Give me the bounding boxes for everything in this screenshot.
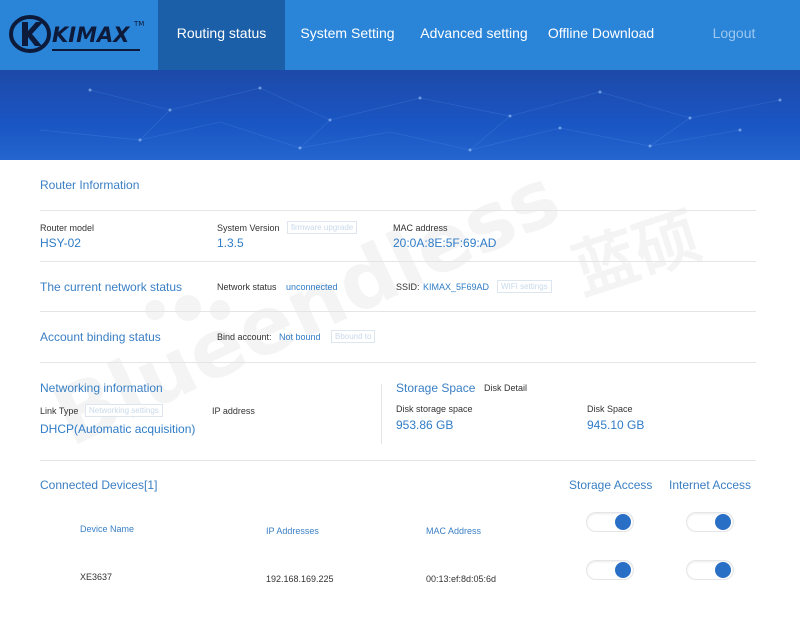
watermark-dot [175,295,201,321]
divider [40,261,756,262]
watermark-dot [210,300,230,320]
storage-space-title: Storage Space [396,381,476,395]
disk-storage-label: Disk storage space [396,404,473,414]
bind-account-label: Bind account: [217,332,272,342]
divider [40,362,756,363]
column-device-name: Device Name [80,524,135,534]
internet-access-header: Internet Access [669,478,752,492]
networking-info-title: Networking information [40,381,163,395]
column-mac-address: MAC Address [426,526,482,536]
system-version-label: System Version [217,223,280,233]
watermark-dot [145,300,165,320]
toggle-knob [715,514,731,530]
storage-access-header: Storage Access [569,478,653,492]
internet-access-header-toggle[interactable] [686,512,734,532]
internet-access-toggle[interactable] [686,560,734,580]
tab-routing-status[interactable]: Routing status [158,0,285,70]
column-divider [381,384,382,444]
column-ip-addresses: IP Addresses [266,526,319,536]
toggle-knob [615,514,631,530]
storage-access-header-toggle[interactable] [586,512,634,532]
ssid-value: KIMAX_5F69AD [423,282,490,292]
divider [40,210,756,211]
link-type-label: Link Type [40,406,79,416]
account-binding-title: Account binding status [40,330,161,344]
disk-detail-link[interactable]: Disk Detail [484,383,527,393]
router-info-title: Router Information [40,178,140,192]
storage-access-toggle[interactable] [586,560,634,580]
mac-address-value: 20:0A:8E:5F:69:AD [393,236,497,250]
header-banner [0,70,800,162]
network-pattern-graphic [39,86,782,152]
bind-account-value: Not bound [279,332,321,342]
divider [40,311,756,312]
network-status-label: Network status [217,282,277,292]
device-ip-cell: 192.168.169.225 [266,574,334,584]
tab-offline-download[interactable]: Offline Download [540,0,662,70]
disk-storage-value: 953.86 GB [396,418,454,432]
system-version-value: 1.3.5 [217,236,244,250]
toggle-knob [615,562,631,578]
device-mac-cell: 00:13:ef:8d:05:6d [426,574,497,584]
divider [40,460,756,461]
networking-settings-button[interactable]: Networking settings [85,404,163,417]
mac-address-label: MAC address [393,223,448,233]
kimax-logo[interactable]: KIMAX TM [0,0,158,70]
network-status-value: unconnected [286,282,338,292]
ip-address-label: IP address [212,406,255,416]
disk-space-value: 945.10 GB [587,418,645,432]
disk-space-label: Disk Space [587,404,633,414]
router-model-value: HSY-02 [40,236,81,250]
trademark: TM [133,20,144,28]
wifi-settings-button[interactable]: WIFI settings [497,280,552,293]
bind-account-button[interactable]: Bbound to [331,330,376,343]
ssid-label: SSID: [396,282,420,292]
link-type-value: DHCP(Automatic acquisition) [40,422,196,436]
device-name-cell: XE3637 [80,572,113,582]
router-model-label: Router model [40,223,95,233]
network-status-title: The current network status [40,280,183,294]
top-navigation-bar: KIMAX TM Routing status System Setting A… [0,0,800,70]
toggle-knob [715,562,731,578]
tab-advanced-setting[interactable]: Advanced setting [410,0,538,70]
connected-devices-title: Connected Devices[1] [40,478,158,492]
firmware-upgrade-button[interactable]: firmware upgrade [287,221,358,234]
brand-name: KIMAX [52,23,131,47]
logout-link[interactable]: Logout [702,0,766,70]
tab-system-setting[interactable]: System Setting [290,0,405,70]
